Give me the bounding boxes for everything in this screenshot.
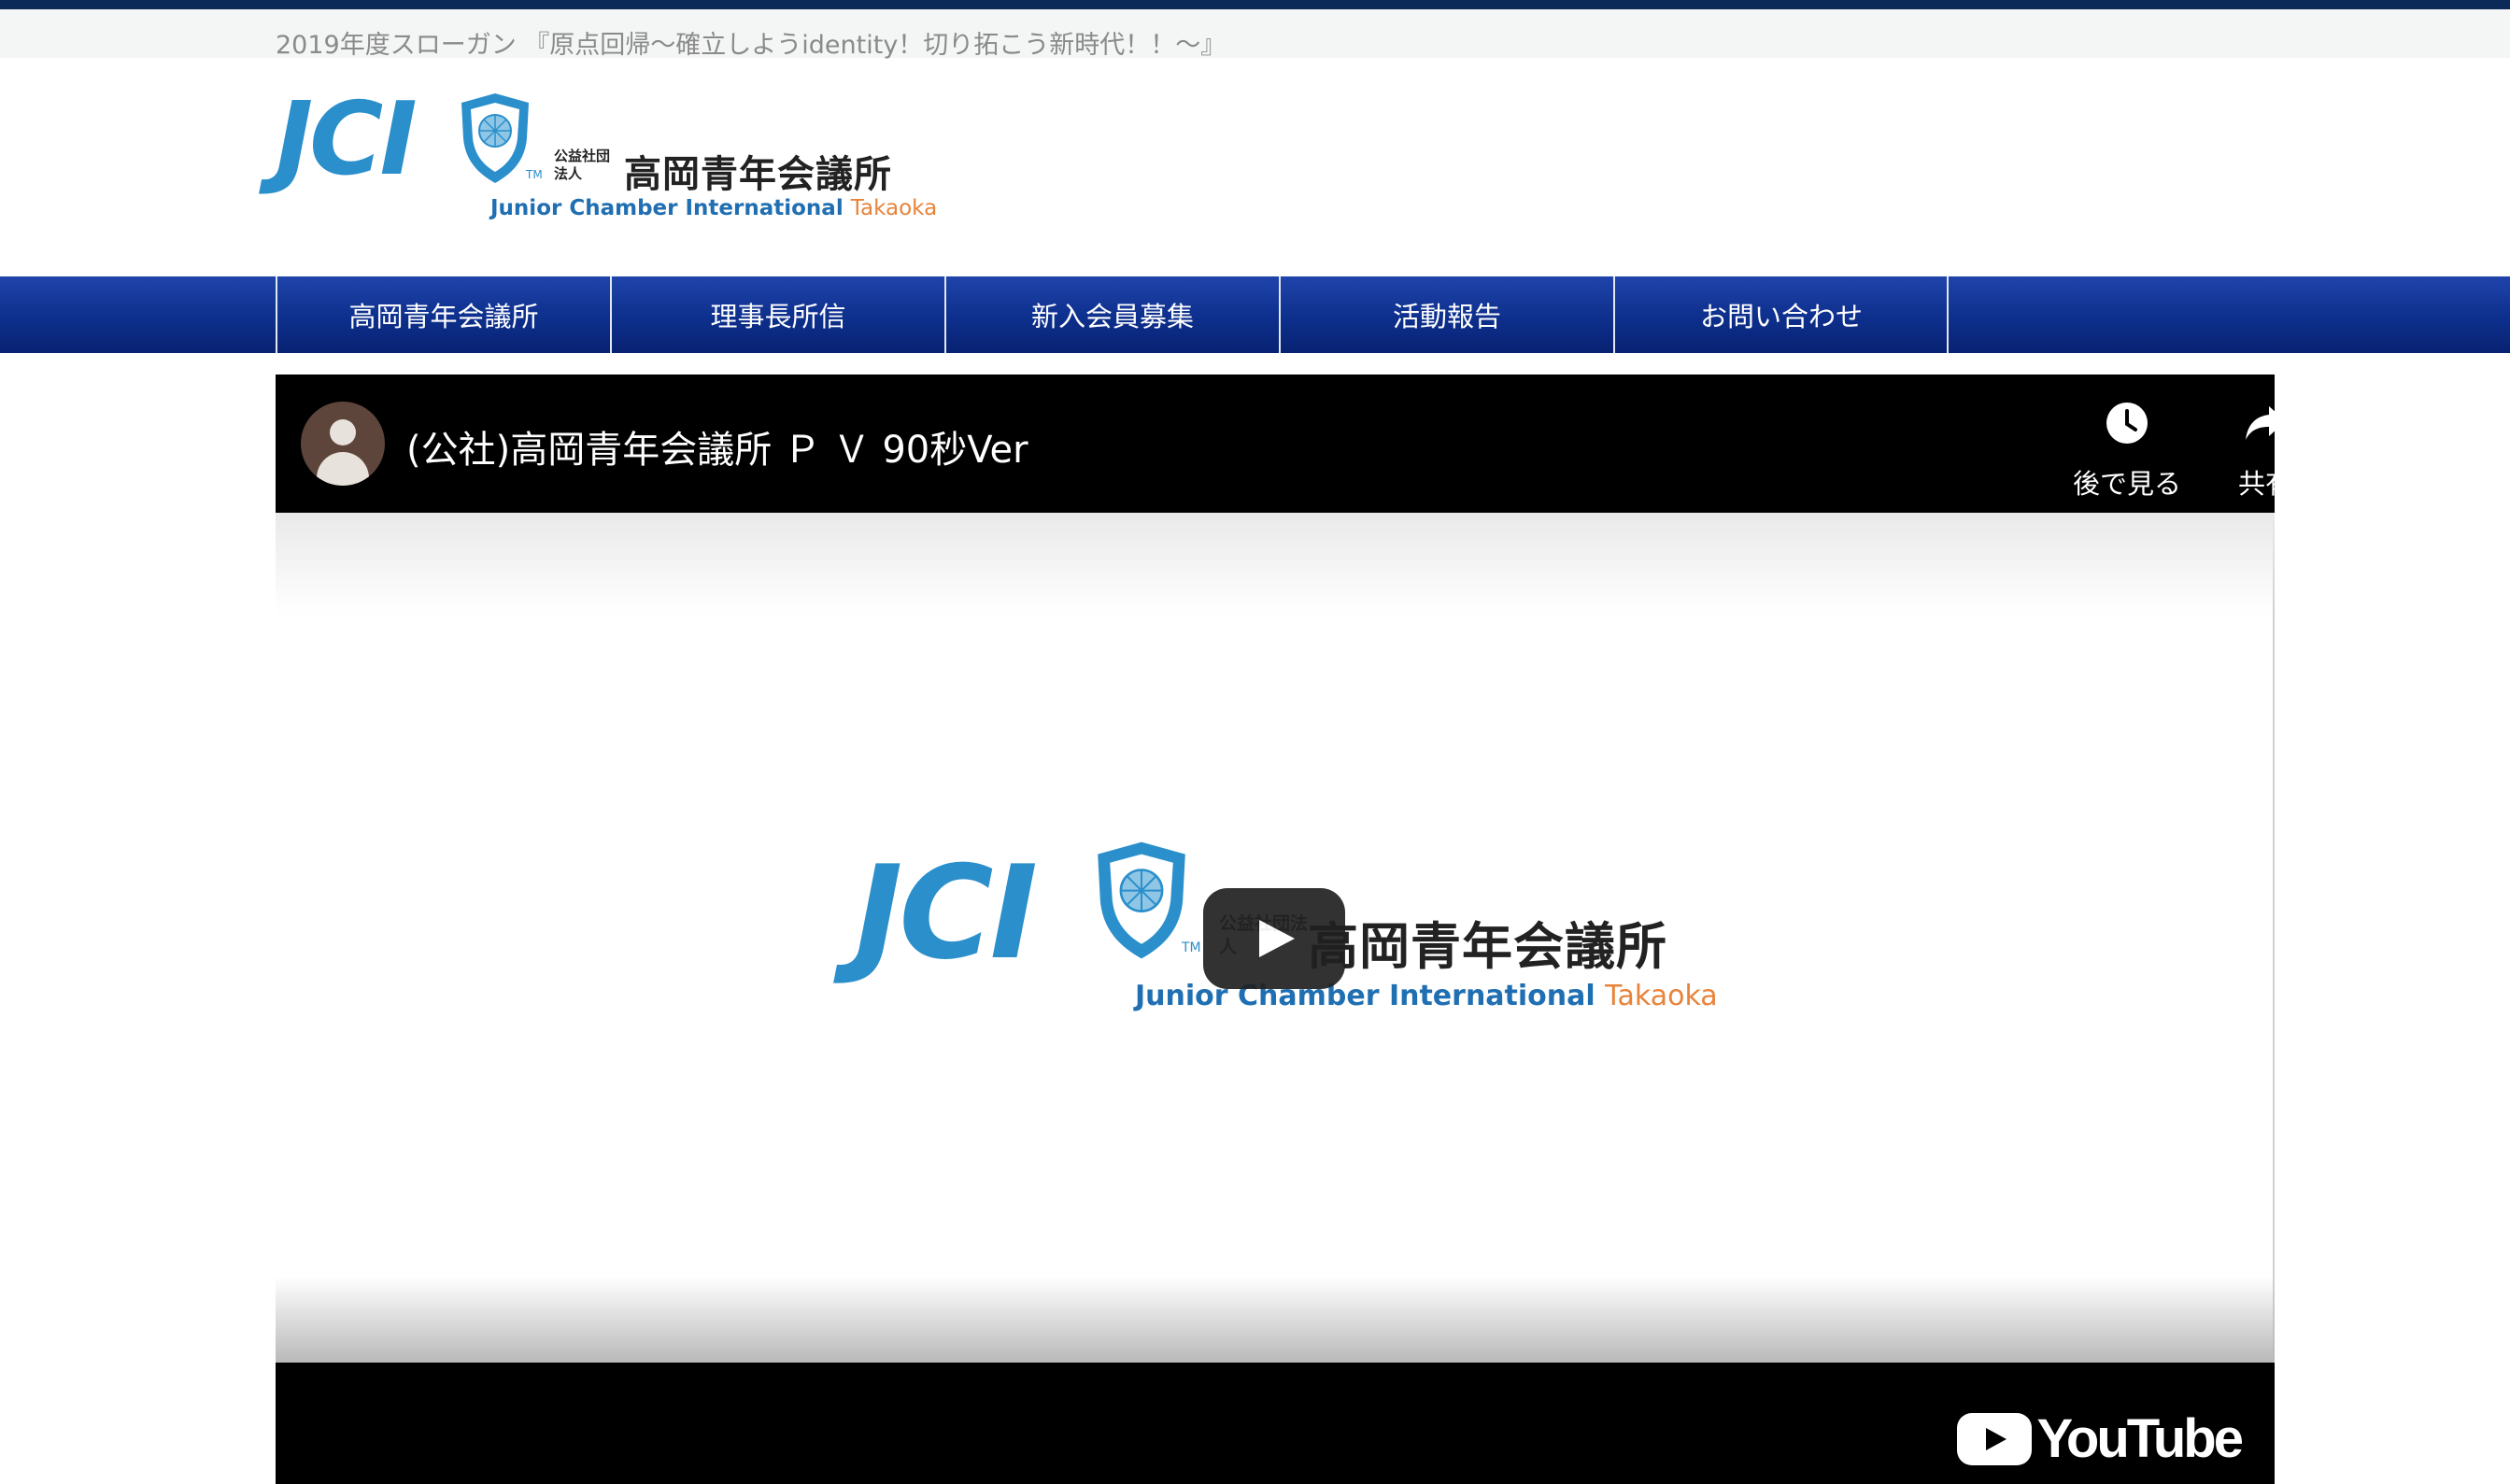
slogan-text: 2019年度スローガン 『原点回帰～確立しようidentity！切り拓こう新時代… [276,31,1227,60]
youtube-triangle [1985,1428,2007,1450]
nav-item-president-policy[interactable]: 理事長所信 [610,276,944,353]
watch-later-label: 後で見る [2072,468,2181,500]
thumbnail-trademark: TM [1182,940,1201,955]
nav-item-takaoka-jc[interactable]: 高岡青年会議所 [276,276,610,353]
thumbnail-top-gradient [276,513,2275,615]
main-nav: 高岡青年会議所 理事長所信 新入会員募集 活動報告 お問い合わせ [0,276,2510,353]
player-footer: YouTube [276,1363,2275,1484]
trademark-mark: TM [526,168,543,181]
share-label: 共有 [2237,468,2275,500]
avatar-head [330,419,356,445]
share-arrow-icon [2246,406,2275,440]
avatar-body [317,452,369,486]
slogan-bar: 2019年度スローガン 『原点回帰～確立しようidentity！切り拓こう新時代… [0,9,2510,60]
corp-type-label: 公益社団法人 [554,148,611,182]
thumbnail-jci-wordmark: JCI [855,838,1038,988]
jci-wordmark: JCI [276,81,418,198]
clock-icon [2106,403,2148,444]
thumbnail-subtitle-city: Takaoka [1605,980,1718,1012]
thumbnail-org-name: 高岡青年会議所 [1308,917,1667,976]
thumbnail-shield-icon [1098,841,1185,959]
video-title[interactable]: (公社)高岡青年会議所 Ｐ Ｖ 90秒Ver [406,419,1028,473]
youtube-logo[interactable]: YouTube [1956,1408,2244,1469]
jci-shield-icon [461,93,529,183]
channel-avatar[interactable] [301,402,385,486]
nav-item-contact[interactable]: お問い合わせ [1613,276,1948,353]
watch-later-button[interactable]: 後で見る [2062,401,2192,500]
youtube-embed[interactable]: (公社)高岡青年会議所 Ｐ Ｖ 90秒Ver 後で見る 共有 JCI [276,375,2275,1484]
site-logo[interactable]: JCI TM 公益社団法人 高岡青年会議所 Junior Chamber Int… [276,81,937,230]
org-name: 高岡青年会議所 [624,153,892,196]
logo-subtitle: Junior Chamber International Takaoka [490,196,937,220]
thumbnail-bottom-gradient [276,1277,2275,1363]
video-thumbnail[interactable]: JCI TM 公益社団法人 高岡青年会議所 Junior Chamber Int… [276,513,2275,1363]
logo-subtitle-text: Junior Chamber International [490,196,844,220]
youtube-wordmark: YouTube [2036,1408,2244,1469]
player-header: (公社)高岡青年会議所 Ｐ Ｖ 90秒Ver 後で見る 共有 [276,375,2275,513]
top-accent-line [0,0,2510,9]
nav-end-divider [1947,276,1949,353]
play-icon [1259,920,1295,957]
share-button[interactable]: 共有 [2200,401,2275,500]
nav-item-recruitment[interactable]: 新入会員募集 [944,276,1279,353]
youtube-play-icon [1956,1413,2032,1465]
logo-subtitle-city: Takaoka [850,196,938,220]
thumbnail-subtitle-text: Junior Chamber International [1135,980,1595,1012]
nav-item-activity-report[interactable]: 活動報告 [1279,276,1613,353]
play-button[interactable] [1203,888,1345,989]
